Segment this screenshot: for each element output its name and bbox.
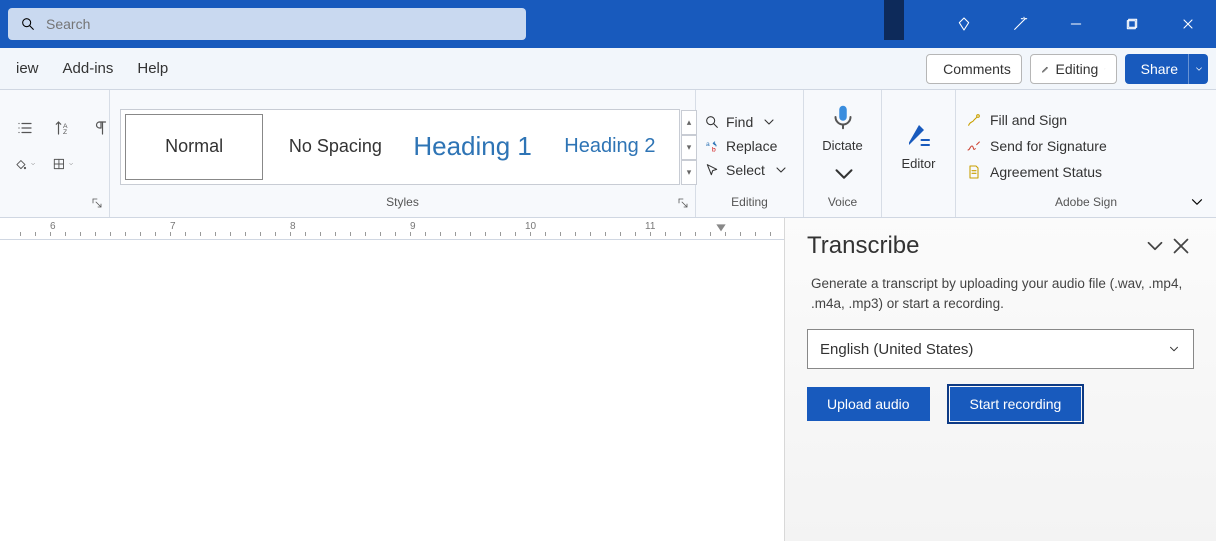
minimize-button[interactable]: [1048, 0, 1104, 48]
gallery-more[interactable]: ▾: [681, 160, 697, 185]
borders-icon[interactable]: [52, 153, 74, 175]
ruler-num: 8: [290, 221, 296, 232]
style-heading-1[interactable]: Heading 1: [405, 110, 542, 184]
dictate-button[interactable]: Dictate: [804, 90, 881, 195]
find-button[interactable]: Find: [704, 114, 789, 130]
share-button[interactable]: Share: [1125, 54, 1188, 84]
replace-icon: ab: [704, 138, 720, 154]
search-icon: [20, 16, 36, 32]
language-value: English (United States): [820, 341, 973, 358]
search-box[interactable]: [8, 8, 526, 40]
start-recording-button[interactable]: Start recording: [950, 387, 1082, 421]
voice-group-label: Voice: [804, 195, 881, 217]
editing-group-label: Editing: [696, 195, 803, 217]
send-for-signature-button[interactable]: Send for Signature: [966, 138, 1107, 154]
ruler-num: 11: [645, 221, 655, 232]
chevron-down-icon: [1142, 233, 1168, 259]
ribbon: AZ Normal No Spacing Heading 1 Heading 2…: [0, 90, 1216, 218]
svg-text:a: a: [706, 141, 710, 148]
chevron-down-icon: [1167, 342, 1181, 356]
upload-audio-button[interactable]: Upload audio: [807, 387, 930, 421]
ruler-num: 6: [50, 221, 56, 232]
svg-text:Z: Z: [63, 129, 67, 136]
replace-button[interactable]: ab Replace: [704, 138, 789, 154]
titlebar: [0, 0, 1216, 48]
chevron-down-icon: [1104, 64, 1105, 74]
transcribe-pane: Transcribe Generate a transcript by uplo…: [784, 218, 1216, 541]
chevron-down-icon: [761, 114, 777, 130]
agreement-status-button[interactable]: Agreement Status: [966, 164, 1107, 180]
editing-label: Editing: [1055, 61, 1098, 77]
tab-help[interactable]: Help: [125, 48, 180, 89]
pilcrow-icon[interactable]: [90, 117, 112, 139]
style-no-spacing[interactable]: No Spacing: [267, 110, 404, 184]
pen-icon: [966, 112, 982, 128]
language-select[interactable]: English (United States): [807, 329, 1194, 369]
voice-group: Dictate Voice: [804, 90, 882, 217]
style-normal[interactable]: Normal: [125, 114, 263, 180]
pane-close-button[interactable]: [1168, 233, 1194, 259]
editing-mode-button[interactable]: Editing: [1030, 54, 1117, 84]
comments-button[interactable]: Comments: [926, 54, 1022, 84]
styles-gallery[interactable]: Normal No Spacing Heading 1 Heading 2 ▴ …: [120, 109, 680, 185]
style-heading-2[interactable]: Heading 2: [542, 110, 679, 184]
dialog-launcher-icon[interactable]: [677, 197, 689, 209]
cursor-icon: [704, 162, 720, 178]
close-icon: [1168, 233, 1194, 259]
paragraph-group: AZ: [0, 90, 110, 217]
adobe-sign-group: Fill and Sign Send for Signature Agreeme…: [956, 90, 1216, 217]
pane-description: Generate a transcript by uploading your …: [807, 274, 1194, 313]
signature-icon: [966, 138, 982, 154]
window-controls: [936, 0, 1216, 48]
menu-tabs: iew Add-ins Help Comments Editing Share: [0, 48, 1216, 90]
styles-group: Normal No Spacing Heading 1 Heading 2 ▴ …: [110, 90, 696, 217]
adobe-group-label: Adobe Sign: [956, 195, 1216, 217]
ruler-num: 10: [525, 221, 536, 232]
pane-collapse-button[interactable]: [1142, 233, 1168, 259]
pane-title: Transcribe: [807, 232, 1142, 260]
blank: [90, 153, 112, 175]
account-indicator[interactable]: [884, 0, 904, 40]
share-label: Share: [1141, 61, 1178, 77]
collapse-ribbon-icon[interactable]: [1188, 193, 1206, 211]
paragraph-group-label: [0, 195, 109, 217]
comments-label: Comments: [943, 61, 1011, 77]
dialog-launcher-icon[interactable]: [91, 197, 103, 209]
document-icon: [966, 164, 982, 180]
editor-button[interactable]: Editor: [882, 90, 955, 195]
chevron-down-icon: [773, 162, 789, 178]
search-input[interactable]: [46, 16, 514, 32]
search-icon: [704, 114, 720, 130]
pencil-icon: [1041, 65, 1050, 74]
gallery-up[interactable]: ▴: [681, 110, 697, 135]
diamond-icon[interactable]: [936, 0, 992, 48]
fill-color-icon[interactable]: [14, 153, 36, 175]
ruler-num: 7: [170, 221, 176, 232]
tab-addins[interactable]: Add-ins: [51, 48, 126, 89]
microphone-icon: [828, 102, 858, 132]
gallery-down[interactable]: ▾: [681, 135, 697, 160]
share-dropdown[interactable]: [1188, 54, 1208, 84]
select-button[interactable]: Select: [704, 162, 789, 178]
chevron-down-icon: [829, 159, 859, 189]
styles-group-label: Styles: [110, 195, 695, 217]
wand-icon[interactable]: [992, 0, 1048, 48]
maximize-button[interactable]: [1104, 0, 1160, 48]
tab-view[interactable]: iew: [4, 48, 51, 89]
ruler-num: 9: [410, 221, 416, 232]
chevron-down-icon: [1194, 64, 1204, 74]
svg-text:b: b: [712, 146, 716, 153]
close-button[interactable]: [1160, 0, 1216, 48]
editor-group-label: [882, 195, 955, 217]
fill-and-sign-button[interactable]: Fill and Sign: [966, 112, 1107, 128]
editing-group: Find ab Replace Select Editing: [696, 90, 804, 217]
editor-icon: [904, 120, 934, 150]
editor-group: Editor: [882, 90, 956, 217]
sort-icon[interactable]: AZ: [52, 117, 74, 139]
list-icon[interactable]: [14, 117, 36, 139]
